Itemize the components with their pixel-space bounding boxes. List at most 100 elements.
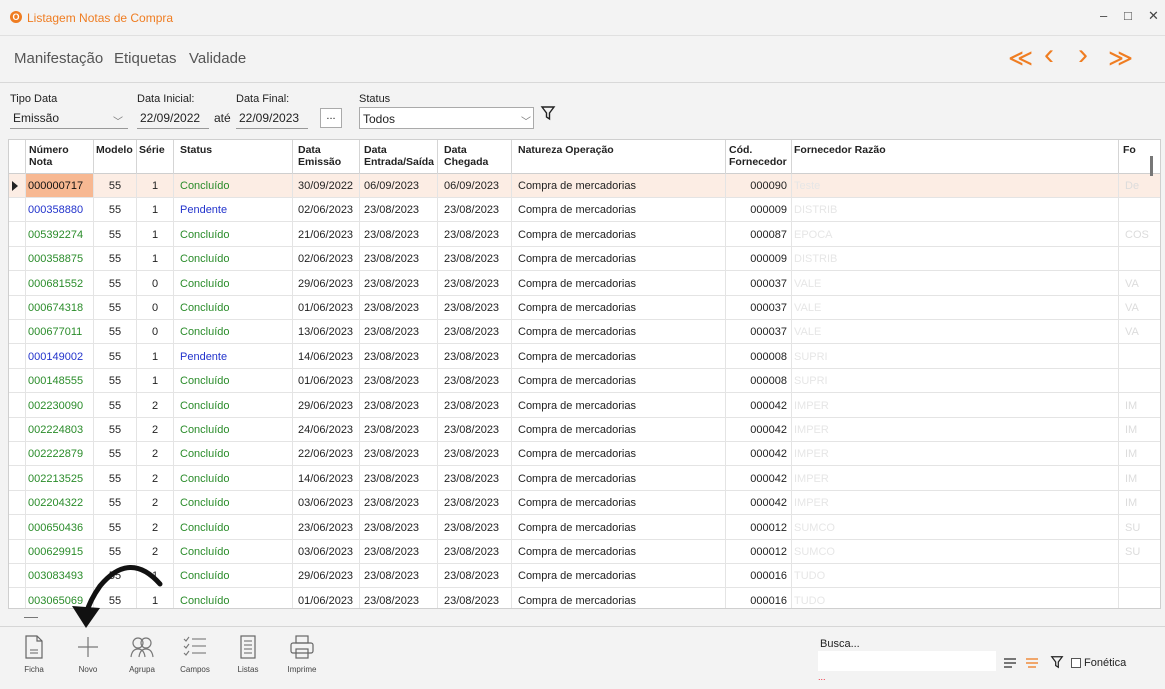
- cell-natureza-operacao: Compra de mercadorias: [518, 180, 636, 192]
- table-row[interactable]: 000681552 55 0 Concluído 29/06/2023 23/08/202…: [9, 272, 1160, 296]
- status-filter-select[interactable]: Todos: [359, 107, 534, 129]
- title-bar: O Listagem Notas de Compra – □ ✕: [0, 0, 1165, 36]
- cell-serie: 2: [151, 472, 159, 485]
- cell-data-emissao: 29/06/2023: [298, 399, 354, 412]
- col-cod-fornecedor[interactable]: Cód. Fornecedor: [729, 144, 787, 168]
- maximize-button[interactable]: □: [1124, 8, 1132, 23]
- cell-status: Concluído: [180, 570, 230, 583]
- filter-icon[interactable]: [540, 105, 556, 121]
- col-data-entrada-saida[interactable]: Data Entrada/Saída: [364, 144, 434, 168]
- agrupa-button[interactable]: Agrupa: [118, 634, 166, 684]
- table-row[interactable]: 000629915 55 2 Concluído 03/06/2023 23/08/202…: [9, 540, 1160, 564]
- cell-serie: 2: [151, 399, 159, 412]
- table-row[interactable]: 000149002 55 1 Pendente 14/06/2023 23/08/2023…: [9, 345, 1160, 369]
- menu-validade[interactable]: Validade: [189, 50, 246, 67]
- menu-manifestacao[interactable]: Manifestação: [14, 50, 103, 67]
- table-row[interactable]: 002224803 55 2 Concluído 24/06/2023 23/08/202…: [9, 418, 1160, 442]
- cell-cod-fornecedor: 000012: [750, 546, 787, 558]
- chevron-down-icon[interactable]: ﹀: [521, 113, 531, 128]
- table-row[interactable]: 000674318 55 0 Concluído 01/06/2023 23/08/202…: [9, 296, 1160, 320]
- table-row[interactable]: 000358875 55 1 Concluído 02/06/2023 23/08/202…: [9, 247, 1160, 272]
- cell-modelo: 55: [108, 424, 122, 436]
- cell-fornecedor-razao: DISTRIB: [794, 253, 838, 266]
- col-data-chegada[interactable]: Data Chegada: [444, 144, 488, 168]
- imprime-button[interactable]: Imprime: [278, 634, 326, 684]
- next-record-button[interactable]: ›: [1078, 38, 1088, 72]
- cell-natureza-operacao: Compra de mercadorias: [518, 546, 636, 558]
- cell-data-entrada-saida: 23/08/2023: [364, 448, 420, 461]
- cell-natureza-operacao: Compra de mercadorias: [518, 448, 636, 461]
- table-row[interactable]: 000650436 55 2 Concluído 23/06/2023 23/08/202…: [9, 516, 1160, 540]
- col-serie[interactable]: Série: [139, 144, 165, 156]
- cell-data-emissao: 01/06/2023: [298, 375, 354, 388]
- table-row[interactable]: 005392274 55 1 Concluído 21/06/2023 23/08/202…: [9, 223, 1160, 247]
- close-button[interactable]: ✕: [1148, 8, 1159, 24]
- cell-status: Concluído: [180, 521, 230, 534]
- status-filter-value: Todos: [363, 112, 396, 126]
- tipo-data-value: Emissão: [13, 111, 60, 125]
- tipo-data-select[interactable]: Emissão: [10, 107, 128, 129]
- cell-natureza-operacao: Compra de mercadorias: [518, 350, 636, 363]
- fonetica-checkbox[interactable]: [1071, 658, 1081, 668]
- table-row[interactable]: 000677011 55 0 Concluído 13/06/2023 23/08/202…: [9, 320, 1160, 345]
- search-input[interactable]: [818, 651, 996, 671]
- cell-natureza-operacao: Compra de mercadorias: [518, 594, 636, 607]
- table-row[interactable]: 002230090 55 2 Concluído 29/06/2023 23/08/202…: [9, 394, 1160, 418]
- chevron-down-icon[interactable]: ﹀: [113, 113, 123, 128]
- table-row[interactable]: 002204322 55 2 Concluído 03/06/2023 23/08/202…: [9, 491, 1160, 516]
- first-record-button[interactable]: ≪: [1008, 44, 1033, 73]
- col-fo[interactable]: Fo: [1123, 144, 1136, 156]
- cell-fo: VA: [1125, 302, 1139, 314]
- cell-data-entrada-saida: 23/08/2023: [364, 497, 420, 510]
- data-final-input[interactable]: 22/09/2023: [236, 107, 308, 129]
- novo-button[interactable]: Novo: [64, 634, 112, 684]
- col-modelo[interactable]: Modelo: [96, 144, 133, 156]
- cell-numero-nota: 000681552: [28, 277, 84, 290]
- col-numero-nota[interactable]: Número Nota: [29, 144, 69, 168]
- last-record-button[interactable]: ≫: [1108, 44, 1133, 73]
- campos-button[interactable]: Campos: [171, 634, 219, 684]
- data-inicial-input[interactable]: 22/09/2022: [137, 107, 209, 129]
- col-fornecedor-razao[interactable]: Fornecedor Razão: [794, 144, 886, 156]
- col-natureza-operacao[interactable]: Natureza Operação: [518, 144, 614, 156]
- table-row[interactable]: 003065069 55 1 Concluído 01/06/2023 23/08/202…: [9, 589, 1160, 608]
- table-row[interactable]: 000358880 55 1 Pendente 02/06/2023 23/08/2023…: [9, 198, 1160, 223]
- table-row[interactable]: 002222879 55 2 Concluído 22/06/2023 23/08/202…: [9, 442, 1160, 467]
- cell-modelo: 55: [108, 350, 122, 363]
- align-center-icon[interactable]: [1025, 657, 1039, 669]
- table-row[interactable]: 000148555 55 1 Concluído 01/06/2023 23/08/202…: [9, 369, 1160, 394]
- listas-button[interactable]: Listas: [224, 634, 272, 684]
- cell-data-chegada: 23/08/2023: [444, 253, 500, 266]
- ficha-button[interactable]: Ficha: [10, 634, 58, 684]
- col-status[interactable]: Status: [180, 144, 212, 156]
- table-row[interactable]: 003083493 55 1 Concluído 29/06/2023 23/08/202…: [9, 564, 1160, 589]
- cell-data-chegada: 23/08/2023: [444, 546, 500, 558]
- cell-modelo: 55: [108, 253, 122, 266]
- vertical-scrollbar[interactable]: [1150, 156, 1153, 176]
- cell-serie: 2: [151, 424, 159, 436]
- cell-data-emissao: 21/06/2023: [298, 228, 354, 241]
- cell-data-emissao: 14/06/2023: [298, 350, 354, 363]
- cell-natureza-operacao: Compra de mercadorias: [518, 253, 636, 266]
- cell-serie: 2: [151, 497, 159, 510]
- minimize-button[interactable]: –: [1100, 8, 1107, 23]
- data-inicial-value: 22/09/2022: [140, 111, 201, 125]
- cell-numero-nota: 005392274: [28, 228, 84, 241]
- prev-record-button[interactable]: ‹: [1044, 38, 1054, 72]
- horizontal-scrollbar[interactable]: [24, 617, 38, 618]
- table-row[interactable]: 002213525 55 2 Concluído 14/06/2023 23/08/202…: [9, 467, 1160, 491]
- list-icon: [240, 635, 256, 659]
- cell-cod-fornecedor: 000042: [750, 497, 787, 510]
- table-row[interactable]: 000000717 55 1 Concluído 30/09/2022 06/09/202…: [9, 174, 1160, 198]
- cell-natureza-operacao: Compra de mercadorias: [518, 302, 636, 314]
- col-data-emissao[interactable]: Data Emissão: [298, 144, 341, 168]
- cell-natureza-operacao: Compra de mercadorias: [518, 521, 636, 534]
- cell-data-emissao: 03/06/2023: [298, 497, 354, 510]
- cell-data-emissao: 29/06/2023: [298, 277, 354, 290]
- search-options[interactable]: ...: [818, 672, 826, 682]
- menu-etiquetas[interactable]: Etiquetas: [114, 50, 177, 67]
- cell-serie: 1: [151, 180, 159, 192]
- filter-icon[interactable]: [1050, 655, 1064, 669]
- align-left-icon[interactable]: [1003, 657, 1017, 669]
- date-picker-button[interactable]: ...: [320, 108, 342, 128]
